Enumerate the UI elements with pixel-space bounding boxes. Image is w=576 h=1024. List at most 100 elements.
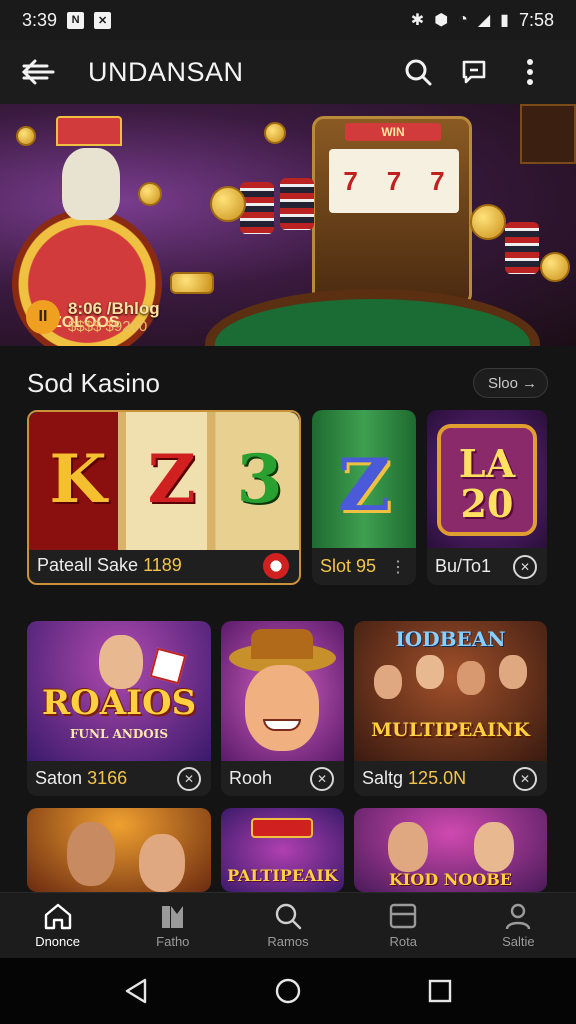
nav-label: Ramos bbox=[267, 934, 309, 949]
character-image bbox=[498, 655, 527, 689]
character-image bbox=[99, 635, 143, 689]
game-card-title: Saton bbox=[35, 768, 83, 788]
chip-icon[interactable] bbox=[263, 552, 289, 579]
game-card-art: IODBEAN MULTIPEAINK bbox=[354, 621, 547, 761]
back-button[interactable] bbox=[18, 52, 58, 92]
close-circle-icon[interactable]: ✕ bbox=[310, 766, 334, 791]
mascot-image bbox=[62, 148, 120, 220]
game-card-title: Slot 95 bbox=[320, 556, 377, 576]
game-card-art-text: KIOD NOOBE bbox=[389, 870, 512, 889]
game-card-art-subtext: IODBEAN bbox=[395, 627, 506, 651]
status-clock: 7:58 bbox=[518, 9, 554, 30]
bottom-nav: Dnonce Fatho Ramos Rota Saltie bbox=[0, 892, 576, 958]
game-card[interactable]: LA 20 Bu/To1 ✕ bbox=[427, 410, 547, 585]
game-card-value: 3166 bbox=[87, 768, 128, 788]
more-vertical-icon[interactable]: ⋮ bbox=[390, 557, 406, 577]
nav-item-cards[interactable]: Fatho bbox=[115, 893, 230, 958]
game-card-value: 125.0N bbox=[408, 768, 467, 788]
banner-badge-title: 8:06 /Bhlog bbox=[68, 299, 160, 318]
game-card[interactable]: Z Slot 95 ⋮ bbox=[312, 410, 416, 585]
nav-label: Rota bbox=[389, 934, 417, 949]
search-button[interactable] bbox=[390, 52, 446, 92]
character-image bbox=[415, 655, 444, 689]
banner-badge-subtitle: $$$$ $9200 bbox=[68, 317, 148, 335]
nav-label: Dnonce bbox=[35, 934, 80, 949]
game-card-art-subtext: FUNL ANDOIS bbox=[70, 727, 168, 741]
game-card[interactable]: PALTIPEAIK bbox=[221, 808, 344, 892]
game-card-art-text: PALTIPEAIK bbox=[227, 866, 338, 885]
game-card-art-text: MULTIPEAINK bbox=[371, 719, 530, 741]
back-triangle-icon[interactable] bbox=[123, 977, 149, 1005]
arrow-left-icon bbox=[21, 59, 55, 85]
game-card-art: Z bbox=[312, 410, 416, 548]
coin-icon bbox=[138, 182, 162, 206]
game-card-title: Saltg bbox=[362, 768, 404, 788]
game-card-art: K Z 3 bbox=[29, 412, 299, 550]
shield-icon: ⬢ bbox=[434, 12, 449, 29]
game-card-title: Rooh bbox=[229, 768, 273, 788]
recents-square-icon[interactable] bbox=[427, 978, 453, 1004]
promo-banner[interactable]: ZOLOOS WIN 777 II 8:06 /Bhlog $$$$ $9200 bbox=[0, 104, 576, 346]
game-card-art: LA 20 bbox=[427, 410, 547, 548]
card-table-image bbox=[205, 289, 540, 346]
nav-label: Fatho bbox=[156, 934, 190, 949]
game-card[interactable]: IODBEAN MULTIPEAINK Saltg 125.0N ✕ bbox=[354, 621, 547, 796]
nav-label: Saltie bbox=[502, 934, 535, 949]
battery-icon: ▮ bbox=[500, 12, 509, 29]
pause-icon: II bbox=[26, 300, 60, 335]
nav-item-wallet[interactable]: Rota bbox=[346, 893, 461, 958]
notification-icon: N bbox=[67, 11, 85, 29]
close-circle-icon[interactable]: ✕ bbox=[513, 554, 537, 579]
nav-item-search[interactable]: Ramos bbox=[230, 893, 345, 958]
reel-symbol-z: Z bbox=[147, 440, 196, 518]
app-notification-icon: ✕ bbox=[94, 11, 112, 29]
smile-image bbox=[263, 719, 301, 731]
game-card-caption: Saltg 125.0N ✕ bbox=[354, 761, 547, 796]
wallet-icon bbox=[390, 903, 417, 929]
see-more-button[interactable]: Sloo → bbox=[472, 368, 548, 398]
banner-badge: II 8:06 /Bhlog $$$$ $9200 bbox=[26, 300, 160, 335]
search-icon bbox=[275, 903, 302, 930]
nav-item-home[interactable]: Dnonce bbox=[0, 893, 115, 958]
screen-image bbox=[520, 104, 576, 164]
crown-icon bbox=[56, 116, 122, 146]
section-header: Sod Kasino Sloo → bbox=[0, 360, 576, 406]
game-card-art-text: ROAIOS bbox=[41, 683, 197, 723]
chip-stack-icon bbox=[280, 178, 314, 230]
wifi-icon: ◔ bbox=[458, 11, 468, 28]
nav-item-profile[interactable]: Saltie bbox=[461, 893, 576, 958]
game-card[interactable]: ROAIOS FUNL ANDOIS Saton 3166 ✕ bbox=[27, 621, 211, 796]
character-image bbox=[374, 665, 402, 699]
coin-icon bbox=[470, 204, 506, 240]
coin-icon bbox=[16, 126, 36, 146]
cards-icon bbox=[161, 906, 183, 928]
game-card[interactable]: K Z 3 Pateall Sake 1189 bbox=[27, 410, 301, 585]
game-card-art: PALTIPEAIK bbox=[221, 808, 344, 892]
game-card-art-text: LA 20 bbox=[458, 441, 516, 526]
game-card-title: Bu/To1 bbox=[435, 556, 492, 576]
dice-icon bbox=[149, 647, 187, 685]
game-card[interactable]: KIOD NOOBE bbox=[354, 808, 547, 892]
game-card-art: KIOD NOOBE bbox=[354, 808, 547, 892]
game-card-title: Pateall Sake bbox=[37, 555, 139, 575]
game-card-caption: Bu/To1 ✕ bbox=[427, 548, 547, 585]
see-more-label: Sloo bbox=[487, 374, 518, 392]
game-card-caption: Saton 3166 ✕ bbox=[27, 761, 211, 796]
game-card-art: ROAIOS FUNL ANDOIS bbox=[27, 621, 211, 761]
home-circle-icon[interactable] bbox=[274, 977, 302, 1005]
chip-stack-icon bbox=[505, 222, 539, 274]
more-button[interactable] bbox=[502, 52, 558, 92]
game-card-caption: Rooh ✕ bbox=[221, 761, 344, 796]
slot-reels: 777 bbox=[329, 149, 459, 213]
chat-button[interactable] bbox=[446, 52, 502, 92]
game-card[interactable]: Rooh ✕ bbox=[221, 621, 344, 796]
coin-icon bbox=[540, 252, 570, 282]
close-circle-icon[interactable]: ✕ bbox=[177, 766, 201, 791]
chat-icon bbox=[462, 60, 486, 84]
close-circle-icon[interactable]: ✕ bbox=[513, 766, 537, 791]
reel-symbol-k: K bbox=[49, 440, 107, 518]
game-card[interactable] bbox=[27, 808, 211, 892]
character-image bbox=[474, 822, 514, 872]
game-card-art-text: Z bbox=[337, 442, 391, 527]
character-face-image bbox=[245, 665, 319, 751]
